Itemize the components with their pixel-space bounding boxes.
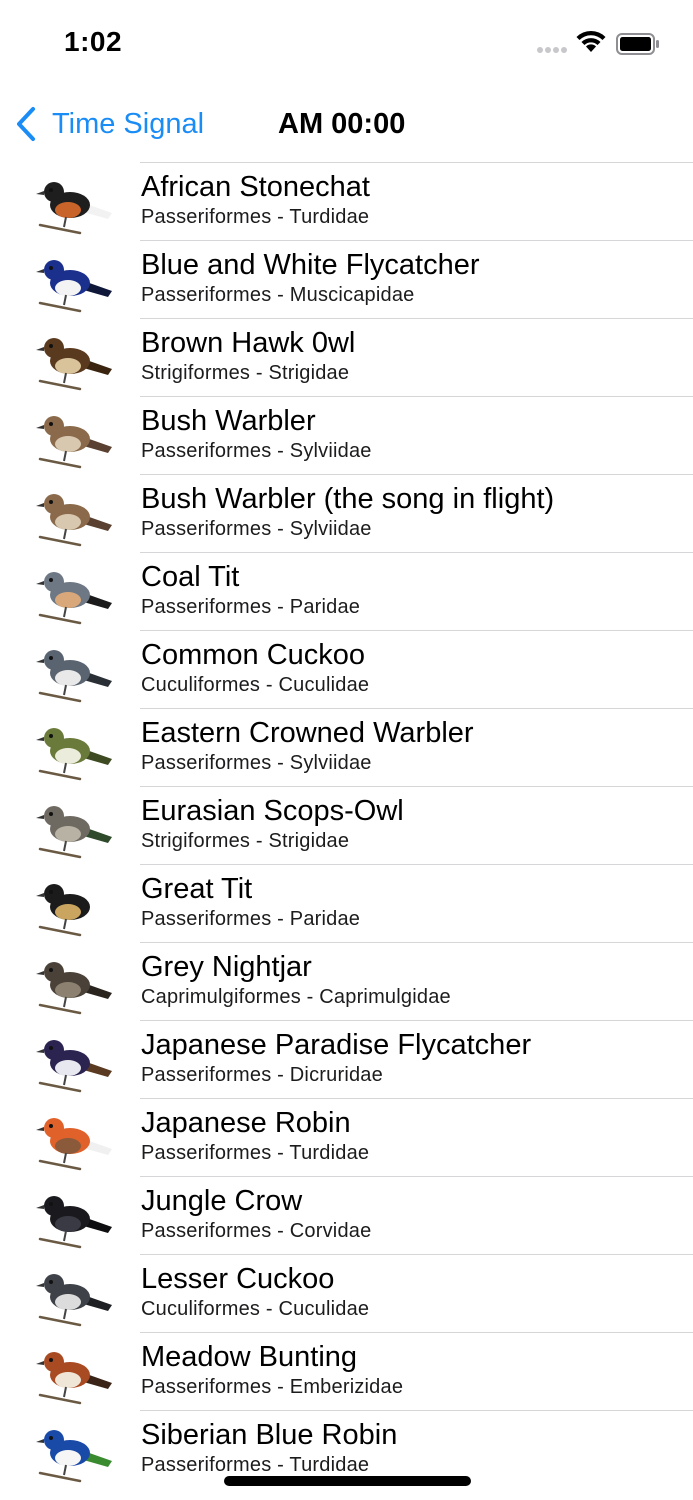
- cellular-signal-icon: [537, 47, 567, 53]
- bird-classification: Strigiformes - Strigidae: [141, 362, 350, 384]
- bird-name: Blue and White Flycatcher: [141, 249, 480, 281]
- status-bar: 1:02: [0, 0, 693, 88]
- grey-nightjar-icon: [36, 962, 112, 1015]
- list-item[interactable]: Great Tit Passeriformes - Paridae: [0, 864, 693, 942]
- back-button-label: Time Signal: [52, 107, 205, 140]
- bird-classification: Passeriformes - Muscicapidae: [141, 284, 415, 306]
- bird-name: Grey Nightjar: [141, 951, 312, 983]
- list-item[interactable]: Jungle Crow Passeriformes - Corvidae: [0, 1176, 693, 1254]
- bush-warbler-flight-icon: [36, 494, 112, 547]
- bird-classification: Passeriformes - Paridae: [141, 908, 361, 930]
- bird-classification: Passeriformes - Sylviidae: [141, 440, 372, 462]
- list-item[interactable]: Lesser Cuckoo Cuculiformes - Cuculidae: [0, 1254, 693, 1332]
- bird-classification: Cuculiformes - Cuculidae: [141, 1298, 370, 1320]
- bird-name: Bush Warbler: [141, 405, 316, 437]
- list-item[interactable]: Grey Nightjar Caprimulgiformes - Caprimul…: [0, 942, 693, 1020]
- bird-name: African Stonechat: [141, 171, 370, 203]
- bird-name: Siberian Blue Robin: [141, 1419, 398, 1451]
- eurasian-scops-owl-icon: [36, 806, 112, 859]
- meadow-bunting-icon: [36, 1352, 112, 1405]
- bird-name: Bush Warbler (the song in flight): [141, 483, 555, 515]
- bush-warbler-icon: [36, 416, 112, 469]
- bird-name: Japanese Paradise Flycatcher: [141, 1029, 532, 1061]
- bird-name: Great Tit: [141, 873, 253, 905]
- bird-classification: Cuculiformes - Cuculidae: [141, 674, 370, 696]
- list-item[interactable]: Blue and White Flycatcher Passeriformes -…: [0, 240, 693, 318]
- home-indicator[interactable]: [224, 1476, 471, 1486]
- coal-tit-icon: [36, 572, 112, 625]
- bird-classification: Passeriformes - Sylviidae: [141, 752, 372, 774]
- great-tit-icon: [36, 884, 112, 937]
- list-item[interactable]: Eastern Crowned Warbler Passeriformes - S…: [0, 708, 693, 786]
- list-item[interactable]: Brown Hawk 0wl Strigiformes - Strigidae: [0, 318, 693, 396]
- page-title: AM 00:00: [278, 108, 406, 140]
- brown-hawk-owl-icon: [36, 338, 112, 391]
- list-item[interactable]: Bush Warbler Passeriformes - Sylviidae: [0, 396, 693, 474]
- bird-classification: Passeriformes - Emberizidae: [141, 1376, 404, 1398]
- list-item[interactable]: African Stonechat Passeriformes - Turdida…: [0, 162, 693, 240]
- eastern-crowned-warbler-icon: [36, 728, 112, 781]
- bird-name: Eastern Crowned Warbler: [141, 717, 474, 749]
- bird-classification: Passeriformes - Corvidae: [141, 1220, 372, 1242]
- bird-classification: Passeriformes - Turdidae: [141, 1142, 370, 1164]
- chevron-left-icon: [17, 107, 35, 141]
- list-item[interactable]: Bush Warbler (the song in flight) Passeri…: [0, 474, 693, 552]
- blue-white-flycatcher-icon: [36, 260, 112, 313]
- bird-name: Common Cuckoo: [141, 639, 366, 671]
- bird-name: Lesser Cuckoo: [141, 1263, 335, 1295]
- list-item[interactable]: Meadow Bunting Passeriformes - Emberizida…: [0, 1332, 693, 1410]
- bird-classification: Strigiformes - Strigidae: [141, 830, 350, 852]
- siberian-blue-robin-icon: [36, 1430, 112, 1483]
- bird-classification: Passeriformes - Turdidae: [141, 206, 370, 228]
- navigation-bar: Time Signal AM 00:00: [0, 88, 693, 160]
- bird-name: Eurasian Scops-Owl: [141, 795, 404, 827]
- list-item[interactable]: Japanese Paradise Flycatcher Passeriforme…: [0, 1020, 693, 1098]
- lesser-cuckoo-icon: [36, 1274, 112, 1327]
- battery-icon: [616, 33, 659, 55]
- list-item[interactable]: Coal Tit Passeriformes - Paridae: [0, 552, 693, 630]
- bird-name: Jungle Crow: [141, 1185, 303, 1217]
- african-stonechat-icon: [36, 182, 112, 235]
- jungle-crow-icon: [36, 1196, 112, 1249]
- list-item[interactable]: Japanese Robin Passeriformes - Turdidae: [0, 1098, 693, 1176]
- bird-classification: Caprimulgiformes - Caprimulgidae: [141, 986, 451, 1008]
- common-cuckoo-icon: [36, 650, 112, 703]
- bird-name: Meadow Bunting: [141, 1341, 358, 1373]
- japanese-paradise-flycatcher-icon: [36, 1040, 112, 1093]
- bird-classification: Passeriformes - Sylviidae: [141, 518, 372, 540]
- status-time: 1:02: [64, 26, 123, 57]
- bird-classification: Passeriformes - Dicruridae: [141, 1064, 383, 1086]
- back-button[interactable]: Time Signal: [14, 106, 204, 142]
- bird-classification: Passeriformes - Turdidae: [141, 1454, 370, 1476]
- bird-name: Brown Hawk 0wl: [141, 327, 356, 359]
- list-item[interactable]: Common Cuckoo Cuculiformes - Cuculidae: [0, 630, 693, 708]
- bird-name: Japanese Robin: [141, 1107, 351, 1139]
- bird-classification: Passeriformes - Paridae: [141, 596, 361, 618]
- bird-list: African Stonechat Passeriformes - Turdida…: [0, 162, 693, 1488]
- japanese-robin-icon: [36, 1118, 112, 1171]
- list-item[interactable]: Eurasian Scops-Owl Strigiformes - Strigid…: [0, 786, 693, 864]
- wifi-icon: [576, 30, 606, 52]
- bird-name: Coal Tit: [141, 561, 240, 593]
